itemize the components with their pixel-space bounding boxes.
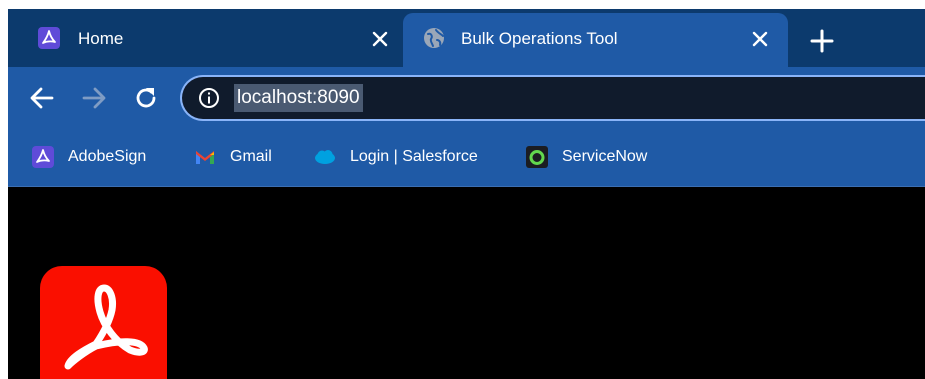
bookmark-login-salesforce[interactable]: Login | Salesforce <box>314 144 478 170</box>
arrow-right-icon[interactable] <box>80 84 108 112</box>
adobe-sign-icon <box>32 146 54 168</box>
browser-toolbar: localhost:8090 <box>8 67 925 128</box>
bookmarks-bar: AdobeSign Gmail Login | Salesforce Servi… <box>8 128 925 187</box>
url-text[interactable]: localhost:8090 <box>234 84 363 112</box>
bookmark-adobesign[interactable]: AdobeSign <box>32 144 146 170</box>
new-tab-plus-icon[interactable] <box>808 27 836 55</box>
bookmark-servicenow[interactable]: ServiceNow <box>526 144 647 170</box>
page-content <box>8 187 925 379</box>
globe-icon <box>424 28 444 48</box>
close-tab-icon[interactable] <box>368 27 392 51</box>
gmail-icon <box>196 151 214 164</box>
adobe-acrobat-logo <box>40 266 167 379</box>
bookmark-label: AdobeSign <box>68 148 147 165</box>
servicenow-icon <box>526 146 548 168</box>
tab-strip: Home Bulk Operations Tool <box>8 9 925 67</box>
bookmark-label: Gmail <box>230 148 272 165</box>
tab-bulk-operations-tool[interactable]: Bulk Operations Tool <box>403 13 788 67</box>
reload-icon[interactable] <box>132 84 160 112</box>
salesforce-cloud-icon <box>315 150 335 164</box>
bookmark-gmail[interactable]: Gmail <box>194 144 272 170</box>
tab-home[interactable]: Home <box>8 13 401 67</box>
browser-window: Home Bulk Operations Tool localhost:8090… <box>8 9 925 379</box>
info-circle-icon[interactable] <box>198 87 220 109</box>
tab-home-title: Home <box>78 29 124 48</box>
arrow-left-icon[interactable] <box>28 84 56 112</box>
tab-bulk-operations-tool-title: Bulk Operations Tool <box>461 29 618 48</box>
acrobat-swirl-icon <box>64 284 148 370</box>
address-bar[interactable]: localhost:8090 <box>180 75 925 121</box>
bookmark-label: ServiceNow <box>562 148 648 165</box>
bookmark-label: Login | Salesforce <box>350 148 478 165</box>
adobe-acrobat-sign-icon <box>38 27 60 49</box>
close-tab-icon[interactable] <box>748 27 772 51</box>
